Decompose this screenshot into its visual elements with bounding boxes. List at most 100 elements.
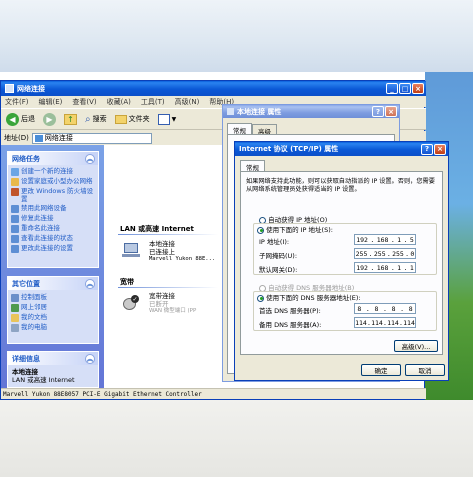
task-disable-device[interactable]: 禁用此网络设备 bbox=[8, 204, 98, 214]
task-create-connection[interactable]: 创建一个新的连接 bbox=[8, 167, 98, 177]
task-pane: 网络任务 ︽ 创建一个新的连接 设置家庭或小型办公网络 更改 Windows 防… bbox=[1, 145, 104, 388]
place-control-panel[interactable]: 控制面板 bbox=[8, 293, 98, 303]
props-help-button[interactable]: ? bbox=[372, 106, 384, 117]
folders-label: 文件夹 bbox=[128, 115, 150, 123]
menu-tools[interactable]: 工具(T) bbox=[141, 97, 165, 107]
folder-up-icon: ↑ bbox=[64, 113, 77, 125]
views-button[interactable]: ▼ bbox=[156, 111, 179, 127]
tcpip-titlebar[interactable]: Internet 协议 (TCP/IP) 属性 ? × bbox=[235, 142, 448, 156]
other-places-panel: 其它位置 ︽ 控制面板 网上邻居 我的文档 我的电脑 bbox=[7, 276, 99, 344]
details-panel: 详细信息 ︽ 本地连接 LAN 或高速 Internet bbox=[7, 351, 99, 388]
other-places-header[interactable]: 其它位置 ︽ bbox=[8, 277, 98, 290]
network-tasks-title: 网络任务 bbox=[12, 154, 40, 163]
status-bar: Marvell Yukon 88E8057 PCI-E Gigabit Ethe… bbox=[1, 388, 426, 399]
folders-icon bbox=[114, 114, 127, 124]
status-icon bbox=[11, 235, 19, 243]
menu-favorites[interactable]: 收藏(A) bbox=[107, 97, 131, 107]
other-places-title: 其它位置 bbox=[12, 279, 40, 288]
task-view-status[interactable]: 查看此连接的状态 bbox=[8, 234, 98, 244]
ip-address-field[interactable]: 192. 168. 1. 5 bbox=[354, 234, 416, 245]
folders-button[interactable]: 文件夹 bbox=[113, 111, 152, 127]
props-titlebar[interactable]: 本地连接 属性 ? × bbox=[223, 105, 399, 118]
place-my-computer[interactable]: 我的电脑 bbox=[8, 323, 98, 333]
conn-local-status: 已连接上 bbox=[149, 247, 175, 256]
props-close-button[interactable]: × bbox=[385, 106, 397, 117]
preferred-dns-field[interactable]: 8. 8. 8. 8 bbox=[354, 303, 416, 314]
collapse-chevron-icon[interactable]: ︽ bbox=[85, 353, 95, 364]
props-title: 本地连接 属性 bbox=[237, 107, 282, 116]
address-input[interactable]: 网络连接 bbox=[31, 132, 152, 144]
desktop-background-bottom bbox=[0, 400, 473, 477]
cancel-button[interactable]: 取消 bbox=[405, 364, 445, 376]
task-change-settings[interactable]: 更改此连接的设置 bbox=[8, 244, 98, 254]
ok-button[interactable]: 确定 bbox=[361, 364, 401, 376]
alternate-dns-label: 备用 DNS 服务器(A): bbox=[259, 321, 322, 329]
manual-ip-radio[interactable] bbox=[257, 226, 264, 234]
task-repair-connection[interactable]: 修复此连接 bbox=[8, 214, 98, 224]
conn-local-device: Marvell Yukon 88E... bbox=[149, 256, 216, 262]
place-network-neighborhood[interactable]: 网上邻居 bbox=[8, 303, 98, 313]
collapse-chevron-icon[interactable]: ︽ bbox=[85, 153, 95, 164]
subnet-mask-field[interactable]: 255. 255. 255. 0 bbox=[354, 248, 416, 259]
firewall-icon bbox=[11, 188, 19, 196]
connection-broadband[interactable]: ✓ 宽带连接 已断开 WAN 微型端口 (PP bbox=[122, 292, 222, 323]
subnet-mask-label: 子网掩码(U): bbox=[259, 252, 298, 260]
ip-address-label: IP 地址(I): bbox=[259, 238, 290, 246]
network-tasks-header[interactable]: 网络任务 ︽ bbox=[8, 152, 98, 165]
address-label: 地址(D) bbox=[4, 134, 29, 142]
rename-icon bbox=[11, 225, 19, 233]
settings-icon bbox=[11, 245, 19, 253]
group-broadband-divider bbox=[118, 287, 218, 288]
repair-icon bbox=[11, 215, 19, 223]
details-title: 详细信息 bbox=[12, 354, 40, 363]
advanced-button[interactable]: 高级(V)... bbox=[394, 340, 438, 352]
connection-local[interactable]: 本地连接 已连接上 Marvell Yukon 88E... bbox=[122, 240, 222, 271]
search-button[interactable]: ⌕ 搜索 bbox=[83, 111, 109, 127]
new-connection-icon bbox=[11, 168, 19, 176]
tcpip-close-button[interactable]: × bbox=[434, 143, 446, 155]
details-header[interactable]: 详细信息 ︽ bbox=[8, 352, 98, 365]
menu-advanced[interactable]: 高级(N) bbox=[175, 97, 200, 107]
tcpip-properties-dialog: Internet 协议 (TCP/IP) 属性 ? × 常规 如果网络支持此功能… bbox=[234, 141, 449, 381]
alternate-dns-field[interactable]: 114. 114. 114. 114 bbox=[354, 317, 416, 328]
props-tabs: 常规 高级 bbox=[227, 123, 277, 136]
status-text: Marvell Yukon 88E8057 PCI-E Gigabit Ethe… bbox=[3, 390, 202, 398]
manual-ip-option[interactable]: 使用下面的 IP 地址(S): bbox=[256, 224, 334, 234]
network-folder-icon bbox=[34, 134, 43, 142]
desktop-background-top bbox=[0, 0, 473, 72]
manual-dns-option[interactable]: 使用下面的 DNS 服务器地址(E): bbox=[256, 292, 362, 302]
props-tab-general[interactable]: 常规 bbox=[227, 123, 252, 135]
props-tab-advanced[interactable]: 高级 bbox=[252, 124, 277, 136]
task-firewall-settings[interactable]: 更改 Windows 防火墙设置 bbox=[8, 187, 98, 204]
tcpip-intro-text: 如果网络支持此功能，则可以获取自动指派的 IP 设置。否则，您需要从网络系统管理… bbox=[246, 178, 435, 193]
back-button[interactable]: ◀ 后退 bbox=[4, 111, 37, 127]
tcpip-help-button[interactable]: ? bbox=[421, 143, 433, 155]
window-icon bbox=[5, 84, 14, 93]
tcpip-tab-panel: 如果网络支持此功能，则可以获取自动指派的 IP 设置。否则，您需要从网络系统管理… bbox=[240, 171, 443, 355]
explorer-titlebar[interactable]: 网络连接 _ □ × bbox=[1, 81, 426, 96]
forward-button[interactable]: ▶ bbox=[41, 111, 58, 127]
place-my-documents[interactable]: 我的文档 bbox=[8, 313, 98, 323]
conn-broadband-device: WAN 微型端口 (PP bbox=[149, 308, 197, 314]
minimize-button[interactable]: _ bbox=[386, 83, 398, 94]
manual-dns-radio[interactable] bbox=[257, 294, 264, 302]
maximize-button[interactable]: □ bbox=[399, 83, 411, 94]
collapse-chevron-icon[interactable]: ︽ bbox=[85, 278, 95, 289]
network-neighborhood-icon bbox=[11, 304, 19, 312]
my-documents-icon bbox=[11, 314, 19, 322]
disable-device-icon bbox=[11, 205, 19, 213]
props-window-icon bbox=[227, 108, 234, 115]
back-arrow-icon: ◀ bbox=[6, 112, 19, 126]
group-lan-header: LAN 或高速 Internet bbox=[120, 225, 194, 233]
up-button[interactable]: ↑ bbox=[62, 111, 79, 127]
tcpip-title: Internet 协议 (TCP/IP) 属性 bbox=[239, 145, 339, 153]
search-icon: ⌕ bbox=[85, 113, 91, 125]
menu-file[interactable]: 文件(F) bbox=[5, 97, 29, 107]
menu-view[interactable]: 查看(V) bbox=[72, 97, 96, 107]
network-tasks-panel: 网络任务 ︽ 创建一个新的连接 设置家庭或小型办公网络 更改 Windows 防… bbox=[7, 151, 99, 268]
task-rename-connection[interactable]: 重命名此连接 bbox=[8, 224, 98, 234]
default-gateway-field[interactable]: 192. 168. 1. 1 bbox=[354, 262, 416, 273]
menu-edit[interactable]: 编辑(E) bbox=[39, 97, 63, 107]
task-home-network[interactable]: 设置家庭或小型办公网络 bbox=[8, 177, 98, 187]
close-button[interactable]: × bbox=[412, 83, 424, 94]
